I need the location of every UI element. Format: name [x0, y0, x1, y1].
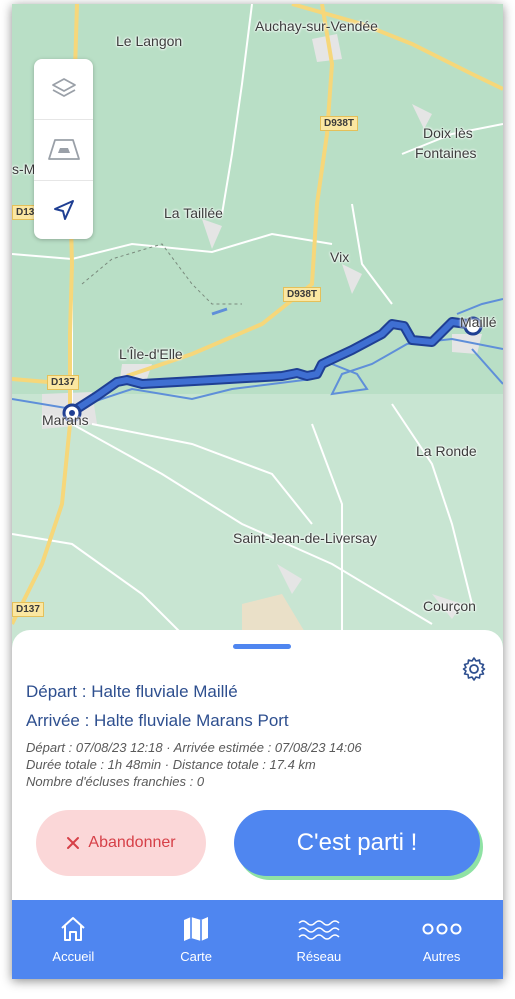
- road-tag: D938T: [320, 116, 359, 131]
- waves-icon: [298, 920, 340, 940]
- nav-label: Carte: [180, 949, 213, 964]
- place-label: Auchay-sur-Vendée: [255, 18, 378, 34]
- map-controls: [34, 59, 93, 239]
- trip-duration-distance: Durée totale : 1h 48min · Distance total…: [26, 757, 316, 772]
- map-view[interactable]: Auchay-sur-Vendée Le Langon Doix lès Fon…: [12, 4, 503, 644]
- place-label: Le Langon: [116, 33, 183, 49]
- trip-locks-count: Nombre d'écluses franchies : 0: [26, 774, 205, 789]
- locate-button[interactable]: [34, 181, 93, 241]
- 3d-view-icon: [47, 139, 80, 160]
- nav-label: Accueil: [52, 949, 95, 964]
- road-tag: D137: [12, 602, 44, 617]
- nav-label: Autres: [422, 949, 461, 964]
- layers-icon: [51, 78, 76, 97]
- trip-sheet: Départ : Halte fluviale Maillé Arrivée :…: [12, 630, 503, 900]
- close-icon: [67, 837, 80, 849]
- nav-item-reseau[interactable]: Réseau: [258, 900, 381, 979]
- place-label: La Taillée: [164, 205, 223, 221]
- app-screen: Auchay-sur-Vendée Le Langon Doix lès Fon…: [12, 4, 503, 979]
- more-icon: [422, 923, 462, 935]
- trip-times: Départ : 07/08/23 12:18 · Arrivée estimé…: [26, 740, 362, 755]
- start-trip-label: C'est parti !: [296, 829, 418, 856]
- departure-title: Départ : Halte fluviale Maillé: [26, 682, 238, 701]
- layers-button[interactable]: [34, 59, 93, 120]
- home-icon: [61, 917, 86, 941]
- place-label: La Ronde: [416, 443, 477, 459]
- place-label: Fontaines: [415, 145, 477, 161]
- bottom-nav: Accueil Carte Réseau Autres: [12, 900, 503, 979]
- place-label: Maillé: [460, 314, 497, 330]
- settings-gear-icon[interactable]: [461, 656, 487, 682]
- place-label: Vix: [330, 249, 350, 265]
- place-label: Doix lès: [423, 125, 473, 141]
- sheet-handle[interactable]: [233, 644, 291, 649]
- road-tag: D938T: [283, 287, 322, 302]
- place-label: L'Île-d'Elle: [119, 346, 183, 362]
- arrival-title: Arrivée : Halte fluviale Marans Port: [26, 711, 289, 730]
- abandon-button[interactable]: Abandonner: [36, 810, 206, 876]
- nav-item-autres[interactable]: Autres: [380, 900, 503, 979]
- start-trip-button[interactable]: C'est parti !: [234, 810, 480, 876]
- road-tag: D137: [47, 375, 79, 390]
- nav-item-accueil[interactable]: Accueil: [12, 900, 135, 979]
- place-label: Saint-Jean-de-Liversay: [233, 530, 377, 546]
- map-icon: [184, 917, 209, 941]
- nav-item-carte[interactable]: Carte: [135, 900, 258, 979]
- nav-label: Réseau: [296, 949, 342, 964]
- place-label: Courçon: [423, 598, 476, 614]
- locate-icon: [53, 200, 74, 220]
- place-label: Marans: [42, 412, 89, 428]
- 3d-view-button[interactable]: [34, 120, 93, 181]
- abandon-label: Abandonner: [88, 834, 176, 851]
